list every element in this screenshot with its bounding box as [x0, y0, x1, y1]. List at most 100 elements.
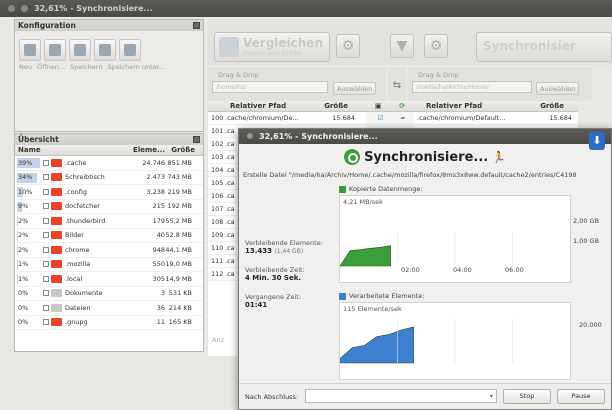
row-checkbox-icon[interactable]: ☑ [377, 114, 383, 122]
checkbox-column-icon: ▣ [374, 102, 382, 110]
folder-size: 851 MB [167, 158, 192, 167]
folder-icon [51, 158, 62, 167]
overview-column-header: Name Eleme... Größe [15, 145, 203, 156]
bytes-y-tick: 1,00 GB [573, 237, 600, 245]
row-number: 112 [211, 270, 224, 278]
bytes-y-tick: 2,00 GB [573, 217, 600, 225]
left-file-size: 15.684 [332, 114, 355, 122]
main-window-titlebar: 32,61% - Synchronisiere... [0, 0, 612, 17]
close-window-icon[interactable] [8, 5, 15, 12]
overview-panel-header: Übersicht [15, 134, 203, 145]
compare-settings-gear-icon[interactable]: ⚙ [336, 34, 360, 58]
elements-column-header[interactable]: Eleme... [125, 146, 165, 154]
overview-row[interactable]: 2% .thunderbird 179 55,2 MB [15, 214, 203, 229]
expand-icon[interactable] [43, 246, 49, 253]
overview-row[interactable]: 0% .gnupg 11 165 KB [15, 316, 203, 330]
left-folder-input[interactable]: /home/hs/ [212, 81, 328, 93]
expand-icon[interactable] [43, 319, 49, 326]
overview-row[interactable]: 9% docfetcher 215 192 MB [15, 200, 203, 214]
synchronize-button[interactable]: Synchronisier [476, 32, 612, 62]
row-number: 104 [211, 166, 224, 174]
expand-icon[interactable] [43, 232, 49, 239]
expand-icon[interactable] [43, 304, 49, 311]
items-chart-legend: Verarbeitete Elemente: [339, 292, 424, 300]
save-as-config-button[interactable] [94, 39, 116, 61]
expand-icon[interactable] [43, 174, 49, 181]
synchronize-button-label: Synchronisier [483, 39, 576, 53]
save-icon [74, 44, 86, 56]
size-column-header[interactable]: Größe [165, 146, 195, 154]
folder-name: .mozilla [65, 260, 91, 269]
dialog-close-icon[interactable] [247, 133, 253, 139]
right-path-column-header[interactable]: Relativer Pfad [414, 102, 524, 110]
folder-icon [51, 303, 62, 312]
overview-row[interactable]: 0% Dateien 36 214 KB [15, 301, 203, 316]
percent-text: 0% [18, 289, 29, 298]
overview-row[interactable]: 1% .local 305 14,9 MB [15, 272, 203, 287]
expand-icon[interactable] [43, 159, 49, 166]
bytes-rate-annotation: 4,21 MB/sek [343, 198, 383, 206]
new-config-button[interactable] [19, 39, 41, 61]
expand-icon[interactable] [43, 217, 49, 224]
pause-button[interactable]: Pause [557, 389, 605, 404]
overview-row[interactable]: 1% .mozilla 550 19,0 MB [15, 258, 203, 272]
folder-size: 19,0 MB [165, 260, 192, 269]
expand-icon[interactable] [43, 290, 49, 297]
name-column-header[interactable]: Name [15, 146, 125, 154]
overview-row[interactable]: 34% Schreibtisch 2.473 743 MB [15, 171, 203, 185]
minimize-window-icon[interactable] [21, 5, 28, 12]
overview-row[interactable]: 10% .config 3.238 219 MB [15, 185, 203, 200]
dialog-footer: Nach Abschluss: ▾ Stop Pause [239, 383, 611, 409]
table-row[interactable]: 100 .cache/chromium/De... 15.684 [208, 112, 366, 125]
swap-sides-icon[interactable]: ⇆ [388, 80, 406, 91]
expand-icon[interactable] [43, 261, 49, 268]
right-grid-header: Relativer Pfad Größe [414, 101, 578, 112]
percent-text: 0% [18, 318, 29, 327]
overview-row[interactable]: 0% Dokumente 3 531 KB [15, 287, 203, 301]
table-row[interactable]: ☑ = [366, 112, 414, 125]
left-path-column-header[interactable]: Relativer Pfad [222, 102, 308, 110]
folder-icon [51, 173, 62, 182]
stop-button[interactable]: Stop [503, 389, 551, 404]
row-number: 106 [211, 192, 224, 200]
bytes-chart-legend: Kopierte Datenmenge: [339, 185, 423, 193]
overview-row[interactable]: 2% chrome 948 44,1 MB [15, 243, 203, 258]
folder-size: 14,9 MB [165, 274, 192, 283]
right-size-column-header[interactable]: Größe [524, 102, 564, 110]
compare-icon [219, 37, 239, 57]
panel-close-icon[interactable] [193, 22, 200, 29]
dialog-heading-row: Synchronisiere... 🏃 [239, 144, 611, 170]
right-browse-button[interactable]: Auswählen [536, 82, 580, 95]
dialog-heading: Synchronisiere... [364, 149, 489, 165]
row-number: 108 [211, 218, 224, 226]
expand-icon[interactable] [43, 275, 49, 282]
expand-icon[interactable] [43, 188, 49, 195]
save-config-button[interactable] [69, 39, 91, 61]
batch-config-button[interactable] [119, 39, 141, 61]
on-finish-select[interactable]: ▾ [305, 389, 497, 403]
right-folder-path: /media/ha/Archiv/Home/ [416, 84, 489, 91]
sync-settings-gear-icon[interactable]: ⚙ [424, 34, 448, 58]
overview-row[interactable]: 2% Bilder 40 52,8 MB [15, 229, 203, 243]
left-size-column-header[interactable]: Größe [308, 102, 348, 110]
right-folder-input[interactable]: /media/ha/Archiv/Home/ [412, 81, 532, 93]
element-count: 305 [152, 274, 165, 283]
folder-size: 44,1 MB [165, 245, 192, 254]
folder-size: 214 KB [168, 303, 192, 312]
refresh-icon [99, 44, 111, 56]
folder-name: .config [65, 187, 87, 196]
overview-row[interactable]: 39% .cache 24.746 851 MB [15, 156, 203, 171]
compare-button[interactable]: Vergleichen Datum und Größe [214, 32, 330, 62]
percent-text: 1% [18, 274, 29, 283]
filter-icon[interactable]: ▼ [390, 34, 414, 58]
folder-name: Dokumente [65, 289, 103, 298]
open-config-button[interactable] [44, 39, 66, 61]
left-browse-button[interactable]: Auswählen [333, 82, 377, 95]
right-file-size: 15.684 [549, 114, 572, 122]
items-rate-annotation: 115 Elemente/sek [343, 305, 402, 313]
table-row[interactable]: .cache/chromium/Default... 15.684 [414, 112, 578, 125]
expand-icon[interactable] [43, 203, 49, 210]
panel-close-icon[interactable] [193, 136, 200, 143]
minimize-to-tray-icon[interactable]: ⬇ [589, 132, 605, 150]
elapsed-time-value: 01:41 [245, 301, 268, 309]
